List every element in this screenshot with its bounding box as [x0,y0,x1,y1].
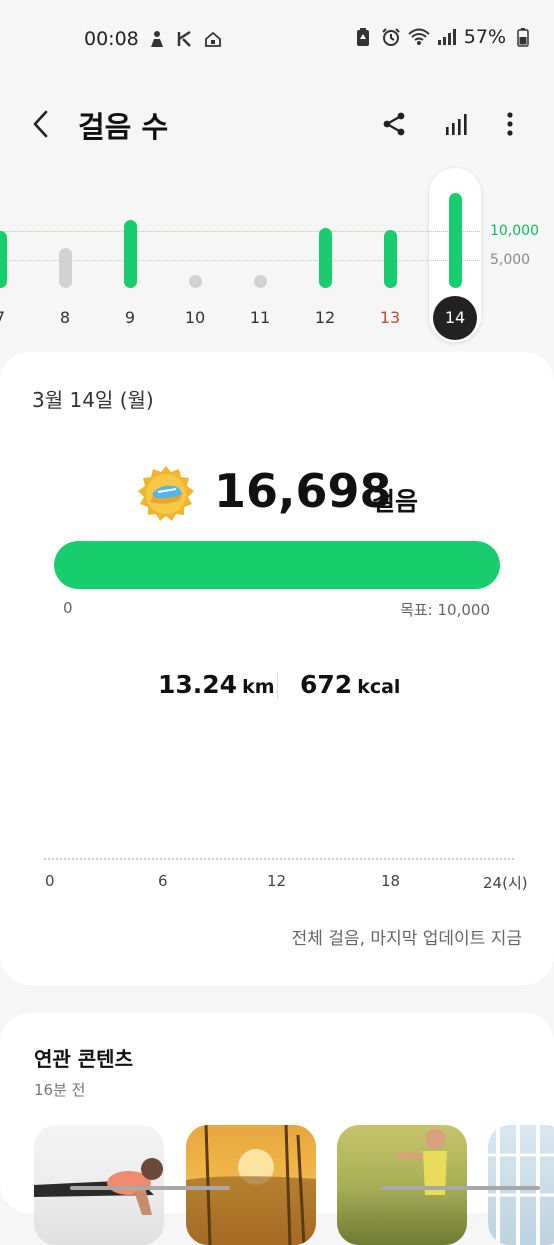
calories-value: 672 [300,670,353,699]
day-label[interactable]: 7 [0,308,20,327]
related-thumbnail-runner[interactable] [337,1125,467,1245]
app-bar: 걸음 수 [0,92,554,156]
half-goal-label: 5,000 [490,252,531,268]
status-right: 57% [352,26,534,48]
page-title: 걸음 수 [78,110,169,144]
nav-handle-left [70,1186,230,1190]
day-label[interactable]: 13 [370,308,410,327]
alarm-icon [380,26,402,48]
hour-label: 6 [158,872,168,890]
update-note: 전체 걸음, 마지막 업데이트 지금 [291,929,522,949]
hour-label: 18 [381,872,401,890]
related-thumbnail-plank[interactable] [34,1125,164,1245]
day-bar[interactable] [58,248,72,288]
goal-progress-bar [54,541,500,589]
person-icon [147,29,167,49]
activity-stats: 13.24 km 672 kcal [0,670,554,704]
back-button[interactable] [24,106,60,142]
day-label[interactable]: 8 [45,308,85,327]
wifi-icon [408,26,430,48]
battery-icon [512,26,534,48]
hour-label: 24(시) [483,874,528,892]
calories-unit: kcal [357,676,401,698]
share-button[interactable] [376,106,412,142]
app-icon [175,29,195,49]
related-title: 연관 콘텐츠 [34,1047,133,1071]
distance-value: 13.24 [158,670,238,699]
summary-card: 3월 14일 (월) 16,698 걸음 0 목표: 10,000 13.24 … [0,352,554,985]
step-unit: 걸음 [372,487,419,516]
hourly-baseline [44,858,514,860]
related-thumbnail-building[interactable] [488,1125,554,1245]
day-label[interactable]: 9 [110,308,150,327]
daily-steps-chart: 10,000 5,000 7 8 9 10 11 12 13 14 [0,168,554,343]
distance-unit: km [242,676,275,698]
related-time: 16분 전 [34,1081,86,1099]
hour-label: 0 [45,872,55,890]
day-label[interactable]: 10 [175,308,215,327]
day-label[interactable]: 12 [305,308,345,327]
day-bar[interactable] [0,231,7,288]
status-bar: 00:08 57% [0,0,554,78]
day-bar[interactable] [448,193,462,288]
chart-icon [446,114,467,135]
signal-icon [436,26,458,48]
status-left: 00:08 [84,28,223,50]
hour-label: 12 [267,872,287,890]
chart-button[interactable] [438,106,474,142]
day-bar[interactable] [383,229,397,288]
date-label: 3월 14일 (월) [32,388,154,412]
related-thumbnail-sunset[interactable] [186,1125,316,1245]
related-content-card: 연관 콘텐츠 16분 전 [0,1013,554,1245]
calories-stat: 672 kcal [300,670,400,699]
clock: 00:08 [84,28,139,50]
share-icon [383,112,405,136]
goal-label: 10,000 [490,223,539,239]
battery-saver-icon [352,26,374,48]
step-count: 16,698 [214,464,392,518]
day-bar[interactable] [123,219,137,288]
battery-percent: 57% [463,26,506,48]
more-icon [507,112,513,136]
progress-goal-label: 목표: 10,000 [400,601,490,619]
day-bar-empty[interactable] [188,275,202,288]
stat-divider [277,672,278,698]
goal-progress-fill [54,541,500,589]
progress-min-label: 0 [63,599,73,617]
nav-handle-right [380,1186,540,1190]
goal-gridline [0,231,480,232]
half-goal-gridline [0,260,480,261]
goal-medal-icon [136,464,196,524]
day-label[interactable]: 11 [240,308,280,327]
distance-stat: 13.24 km [158,670,275,699]
back-arrow-icon [33,110,48,138]
day-bar-empty[interactable] [253,275,267,288]
selected-day-badge[interactable]: 14 [433,296,477,340]
more-button[interactable] [492,106,528,142]
home-icon [203,29,223,49]
day-bar[interactable] [318,228,332,288]
